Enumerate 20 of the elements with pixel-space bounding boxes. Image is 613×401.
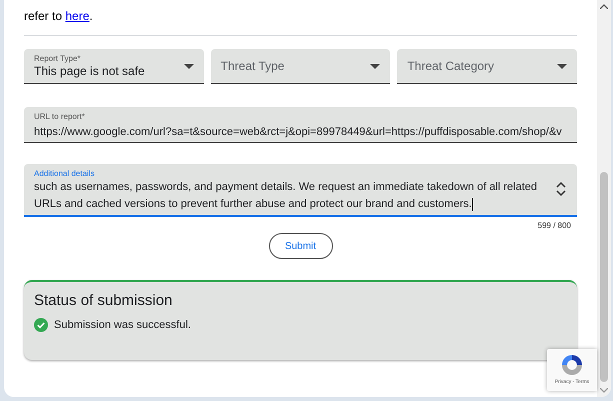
- dropdown-arrow-icon: [370, 64, 380, 68]
- scroll-down-icon[interactable]: [600, 388, 608, 393]
- status-message: Submission was successful.: [54, 319, 191, 331]
- scroll-up-icon[interactable]: [600, 4, 608, 9]
- details-field[interactable]: Additional details such as usernames, passwords, and payment details. We request an immediate takedown of all related URLs and cached versions to prevent further abuse and protect our brand and customers.: [24, 164, 577, 217]
- spinner-arrows-icon[interactable]: [555, 181, 567, 197]
- dropdown-arrow-icon: [557, 64, 567, 68]
- dropdown-field[interactable]: Threat Type: [210, 49, 390, 84]
- dropdown-field[interactable]: Report Type* This page is not safe: [24, 49, 204, 84]
- scrollbar-thumb[interactable]: [600, 172, 608, 382]
- dropdown-arrow-icon: [184, 64, 194, 68]
- submit-button[interactable]: Submit: [268, 233, 332, 259]
- check-circle-icon: [34, 318, 48, 332]
- url-field[interactable]: URL to report* https://www.google.com/url?sa=t&source=web&rct=j&opi=89978449&url=https://puffdisposable.com/shop/&v: [24, 107, 577, 143]
- status-title: Status of submission: [34, 292, 174, 309]
- intro-text: refer to here.: [24, 8, 94, 24]
- dropdown-field[interactable]: Threat Category: [397, 49, 577, 84]
- here-link[interactable]: here: [65, 9, 90, 23]
- character-count: 599 / 800: [538, 221, 571, 230]
- recaptcha-logo-icon: [560, 353, 584, 377]
